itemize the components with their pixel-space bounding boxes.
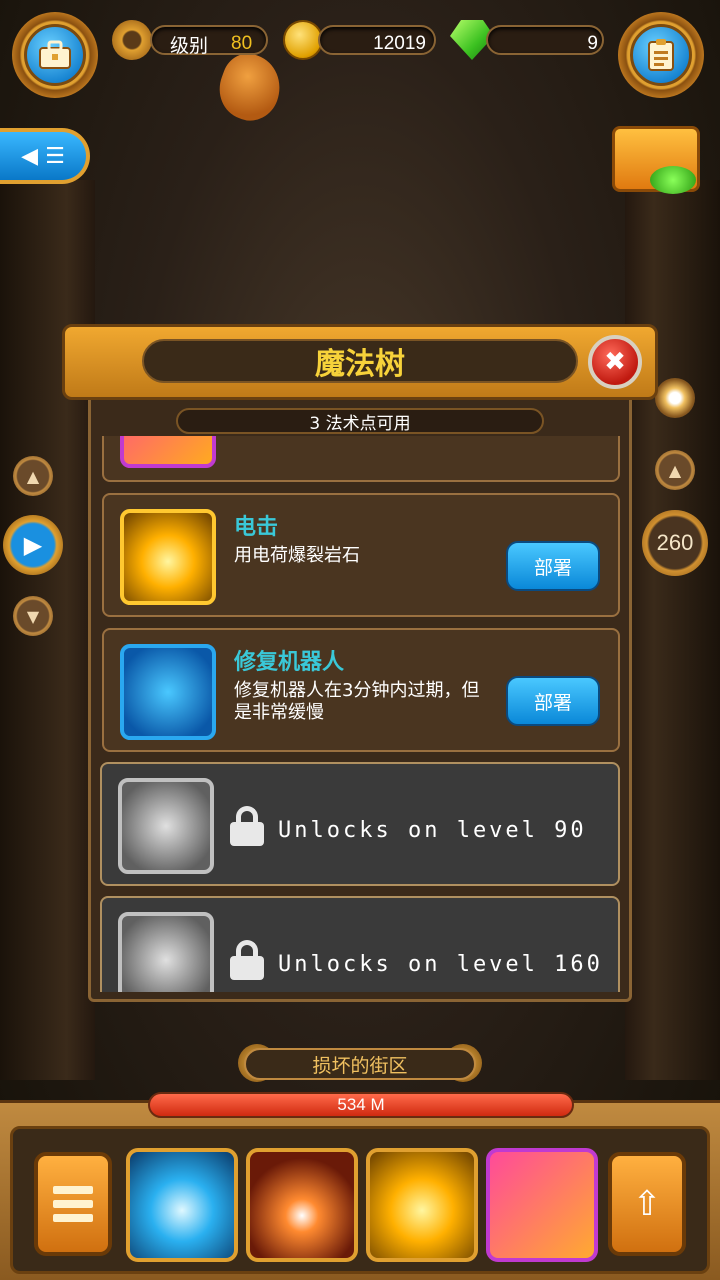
repair-robot-icon — [120, 644, 216, 740]
list-icon-line — [53, 1200, 93, 1208]
depth-badge: 260 — [642, 510, 708, 576]
deploy-button[interactable]: 部署 — [506, 676, 600, 726]
zone-name-bar: 损坏的街区 — [244, 1048, 476, 1080]
skill-slot-ice[interactable] — [126, 1148, 238, 1262]
level-value: 80 — [231, 33, 253, 54]
back-menu-icon: ◀ ☰ — [21, 143, 65, 169]
tasks-button[interactable] — [618, 12, 704, 98]
scroll-up-button-right[interactable]: ▲ — [655, 450, 695, 490]
level-label: 级别 — [170, 35, 209, 57]
spell-description: 修复机器人在3分钟内过期，但是非常缓慢 — [234, 680, 480, 723]
spell-card: 部署 — [102, 436, 620, 482]
list-icon — [53, 1186, 93, 1194]
side-menu-toggle[interactable]: ◀ ☰ — [0, 128, 90, 184]
deploy-label: 部署 — [533, 691, 572, 714]
scroll-down-button-left[interactable]: ▼ — [13, 596, 53, 636]
clipboard-icon — [630, 24, 692, 86]
menu-button[interactable] — [34, 1152, 112, 1256]
deploy-button[interactable]: 部署 — [506, 541, 600, 591]
skill-slot-magic[interactable] — [486, 1148, 598, 1262]
skill-slot-lightning[interactable] — [366, 1148, 478, 1262]
arrow-up-icon: ▲ — [668, 460, 682, 480]
play-icon: ▶ — [23, 531, 43, 559]
list-icon-line — [53, 1214, 93, 1222]
coin-icon — [283, 20, 323, 60]
unlock-requirement: Unlocks on level 160 — [278, 952, 603, 977]
briefcase-icon — [24, 24, 86, 86]
depth-bar: 534 M — [148, 1092, 574, 1118]
spell-card-electric: 电击 用电荷爆裂岩石 部署 — [102, 493, 620, 617]
panel-title-bar: 魔法树 — [142, 339, 578, 383]
spell-name: 电击 — [234, 515, 279, 540]
spell-card-locked: Unlocks on level 160 — [100, 896, 620, 992]
skill-slot-bomb[interactable] — [246, 1148, 358, 1262]
mine-wall-left — [0, 180, 95, 1080]
level-gear-icon — [112, 20, 152, 60]
spell-name: 修复机器人 — [234, 650, 345, 675]
lightning-spell-icon — [120, 509, 216, 605]
depth-value: 534 M — [337, 1095, 385, 1114]
spell-icon — [120, 436, 216, 468]
lock-icon — [230, 806, 264, 846]
zone-name: 损坏的街区 — [312, 1054, 408, 1077]
inventory-button[interactable] — [12, 12, 98, 98]
arrow-up-icon: ⇧ — [632, 1184, 662, 1224]
close-icon: ✖ — [604, 347, 626, 377]
arrow-up-icon: ▲ — [26, 466, 40, 486]
ore-rock — [210, 46, 290, 129]
spell-points-bar: 3 法术点可用 — [176, 408, 544, 434]
skill-slots-tray — [10, 1126, 710, 1274]
upgrade-button[interactable]: ⇧ — [608, 1152, 686, 1256]
deploy-label: 部署 — [533, 556, 572, 579]
depth-badge-value: 260 — [656, 530, 694, 555]
coin-count: 12019 — [373, 33, 426, 54]
spell-description: 用电荷爆裂岩石 — [234, 545, 360, 566]
chest-gems-icon — [650, 166, 696, 194]
scroll-up-button-left[interactable]: ▲ — [13, 456, 53, 496]
spell-list[interactable]: 部署 电击 用电荷爆裂岩石 部署 修复机器人 修复机器人在3分钟内过期，但是非常… — [96, 436, 626, 992]
close-button[interactable]: ✖ — [588, 335, 642, 389]
unlock-requirement: Unlocks on level 90 — [278, 818, 587, 843]
play-button[interactable]: ▶ — [3, 515, 63, 575]
brightness-icon[interactable] — [655, 378, 695, 418]
locked-spell-icon — [118, 912, 214, 992]
mine-wall-right — [625, 180, 720, 1080]
spell-card-repair-robot: 修复机器人 修复机器人在3分钟内过期，但是非常缓慢 部署 — [102, 628, 620, 752]
spell-points-text: 3 法术点可用 — [309, 413, 411, 434]
locked-spell-icon — [118, 778, 214, 874]
lock-icon — [230, 940, 264, 980]
panel-title: 魔法树 — [315, 347, 405, 382]
arrow-down-icon: ▼ — [26, 606, 40, 626]
gem-count: 9 — [587, 33, 598, 54]
spell-card-locked: Unlocks on level 90 — [100, 762, 620, 886]
